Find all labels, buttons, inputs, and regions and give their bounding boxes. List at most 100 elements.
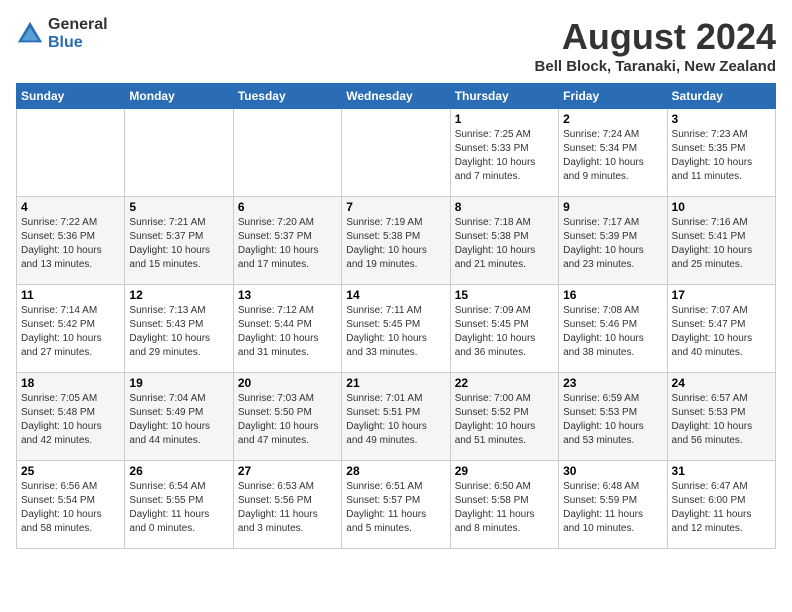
day-info: Sunrise: 7:22 AMSunset: 5:36 PMDaylight:…	[21, 216, 120, 272]
day-info: Sunrise: 7:09 AMSunset: 5:45 PMDaylight:…	[455, 304, 554, 360]
calendar-cell: 7 Sunrise: 7:19 AMSunset: 5:38 PMDaylight…	[342, 197, 450, 285]
calendar-title: August 2024	[535, 16, 776, 58]
day-info: Sunrise: 7:25 AMSunset: 5:33 PMDaylight:…	[455, 128, 554, 184]
calendar-cell: 14 Sunrise: 7:11 AMSunset: 5:45 PMDayligh…	[342, 285, 450, 373]
day-info: Sunrise: 7:11 AMSunset: 5:45 PMDaylight:…	[346, 304, 445, 360]
day-number: 24	[672, 376, 771, 390]
day-of-week-header: Wednesday	[342, 84, 450, 109]
day-number: 8	[455, 200, 554, 214]
day-of-week-header: Sunday	[17, 84, 125, 109]
day-of-week-header: Thursday	[450, 84, 558, 109]
calendar-cell: 22 Sunrise: 7:00 AMSunset: 5:52 PMDayligh…	[450, 373, 558, 461]
day-number: 10	[672, 200, 771, 214]
day-number: 15	[455, 288, 554, 302]
day-number: 14	[346, 288, 445, 302]
day-info: Sunrise: 6:47 AMSunset: 6:00 PMDaylight:…	[672, 480, 771, 536]
calendar-cell: 20 Sunrise: 7:03 AMSunset: 5:50 PMDayligh…	[233, 373, 341, 461]
calendar-cell: 17 Sunrise: 7:07 AMSunset: 5:47 PMDayligh…	[667, 285, 775, 373]
day-info: Sunrise: 6:51 AMSunset: 5:57 PMDaylight:…	[346, 480, 445, 536]
day-number: 29	[455, 464, 554, 478]
day-number: 28	[346, 464, 445, 478]
calendar-cell: 21 Sunrise: 7:01 AMSunset: 5:51 PMDayligh…	[342, 373, 450, 461]
day-number: 1	[455, 112, 554, 126]
day-info: Sunrise: 7:07 AMSunset: 5:47 PMDaylight:…	[672, 304, 771, 360]
day-info: Sunrise: 7:05 AMSunset: 5:48 PMDaylight:…	[21, 392, 120, 448]
calendar-cell: 24Sunrise: 6:57 AMSunset: 5:53 PMDayligh…	[667, 373, 775, 461]
day-number: 9	[563, 200, 662, 214]
calendar-cell: 29 Sunrise: 6:50 AMSunset: 5:58 PMDayligh…	[450, 461, 558, 549]
day-info: Sunrise: 7:24 AMSunset: 5:34 PMDaylight:…	[563, 128, 662, 184]
day-info: Sunrise: 7:19 AMSunset: 5:38 PMDaylight:…	[346, 216, 445, 272]
day-info: Sunrise: 7:00 AMSunset: 5:52 PMDaylight:…	[455, 392, 554, 448]
day-of-week-header: Monday	[125, 84, 233, 109]
calendar-cell	[17, 109, 125, 197]
day-number: 16	[563, 288, 662, 302]
day-info: Sunrise: 7:20 AMSunset: 5:37 PMDaylight:…	[238, 216, 337, 272]
day-info: Sunrise: 6:59 AMSunset: 5:53 PMDaylight:…	[563, 392, 662, 448]
calendar-week-row: 25 Sunrise: 6:56 AMSunset: 5:54 PMDayligh…	[17, 461, 776, 549]
calendar-cell: 3Sunrise: 7:23 AMSunset: 5:35 PMDaylight…	[667, 109, 775, 197]
day-number: 21	[346, 376, 445, 390]
calendar-body: 1 Sunrise: 7:25 AMSunset: 5:33 PMDaylight…	[17, 109, 776, 549]
calendar-week-row: 1 Sunrise: 7:25 AMSunset: 5:33 PMDaylight…	[17, 109, 776, 197]
day-number: 25	[21, 464, 120, 478]
day-number: 20	[238, 376, 337, 390]
calendar-cell: 30 Sunrise: 6:48 AMSunset: 5:59 PMDayligh…	[559, 461, 667, 549]
day-info: Sunrise: 7:13 AMSunset: 5:43 PMDaylight:…	[129, 304, 228, 360]
calendar-cell: 16Sunrise: 7:08 AMSunset: 5:46 PMDayligh…	[559, 285, 667, 373]
day-of-week-header: Friday	[559, 84, 667, 109]
calendar-cell: 18Sunrise: 7:05 AMSunset: 5:48 PMDayligh…	[17, 373, 125, 461]
calendar-cell: 15 Sunrise: 7:09 AMSunset: 5:45 PMDayligh…	[450, 285, 558, 373]
calendar-cell: 11Sunrise: 7:14 AMSunset: 5:42 PMDayligh…	[17, 285, 125, 373]
day-number: 5	[129, 200, 228, 214]
calendar-cell: 27Sunrise: 6:53 AMSunset: 5:56 PMDayligh…	[233, 461, 341, 549]
day-number: 27	[238, 464, 337, 478]
calendar-table: SundayMondayTuesdayWednesdayThursdayFrid…	[16, 83, 776, 549]
calendar-cell: 10 Sunrise: 7:16 AMSunset: 5:41 PMDayligh…	[667, 197, 775, 285]
calendar-cell	[342, 109, 450, 197]
calendar-cell: 19 Sunrise: 7:04 AMSunset: 5:49 PMDayligh…	[125, 373, 233, 461]
day-info: Sunrise: 7:21 AMSunset: 5:37 PMDaylight:…	[129, 216, 228, 272]
day-number: 31	[672, 464, 771, 478]
logo-general-label: General	[48, 16, 108, 34]
day-info: Sunrise: 7:16 AMSunset: 5:41 PMDaylight:…	[672, 216, 771, 272]
days-of-week-row: SundayMondayTuesdayWednesdayThursdayFrid…	[17, 84, 776, 109]
day-info: Sunrise: 6:50 AMSunset: 5:58 PMDaylight:…	[455, 480, 554, 536]
day-number: 19	[129, 376, 228, 390]
calendar-cell: 23 Sunrise: 6:59 AMSunset: 5:53 PMDayligh…	[559, 373, 667, 461]
day-number: 6	[238, 200, 337, 214]
day-info: Sunrise: 7:12 AMSunset: 5:44 PMDaylight:…	[238, 304, 337, 360]
logo-text: General Blue	[48, 16, 108, 51]
day-info: Sunrise: 6:56 AMSunset: 5:54 PMDaylight:…	[21, 480, 120, 536]
day-info: Sunrise: 7:03 AMSunset: 5:50 PMDaylight:…	[238, 392, 337, 448]
day-info: Sunrise: 6:54 AMSunset: 5:55 PMDaylight:…	[129, 480, 228, 536]
day-number: 17	[672, 288, 771, 302]
calendar-cell: 6 Sunrise: 7:20 AMSunset: 5:37 PMDaylight…	[233, 197, 341, 285]
day-number: 11	[21, 288, 120, 302]
day-info: Sunrise: 7:23 AMSunset: 5:35 PMDaylight:…	[672, 128, 771, 184]
day-number: 12	[129, 288, 228, 302]
day-number: 4	[21, 200, 120, 214]
calendar-week-row: 18Sunrise: 7:05 AMSunset: 5:48 PMDayligh…	[17, 373, 776, 461]
day-number: 7	[346, 200, 445, 214]
calendar-cell: 28 Sunrise: 6:51 AMSunset: 5:57 PMDayligh…	[342, 461, 450, 549]
calendar-cell: 5 Sunrise: 7:21 AMSunset: 5:37 PMDaylight…	[125, 197, 233, 285]
day-info: Sunrise: 7:04 AMSunset: 5:49 PMDaylight:…	[129, 392, 228, 448]
day-info: Sunrise: 7:18 AMSunset: 5:38 PMDaylight:…	[455, 216, 554, 272]
day-number: 22	[455, 376, 554, 390]
day-number: 26	[129, 464, 228, 478]
calendar-cell: 2 Sunrise: 7:24 AMSunset: 5:34 PMDaylight…	[559, 109, 667, 197]
calendar-cell: 12 Sunrise: 7:13 AMSunset: 5:43 PMDayligh…	[125, 285, 233, 373]
day-number: 2	[563, 112, 662, 126]
day-number: 23	[563, 376, 662, 390]
calendar-cell	[125, 109, 233, 197]
page-header: General Blue August 2024 Bell Block, Tar…	[16, 16, 776, 75]
day-info: Sunrise: 7:01 AMSunset: 5:51 PMDaylight:…	[346, 392, 445, 448]
logo-icon	[16, 20, 44, 48]
day-number: 30	[563, 464, 662, 478]
day-of-week-header: Tuesday	[233, 84, 341, 109]
calendar-subtitle: Bell Block, Taranaki, New Zealand	[535, 58, 776, 75]
logo-blue-label: Blue	[48, 34, 108, 52]
calendar-cell: 9Sunrise: 7:17 AMSunset: 5:39 PMDaylight…	[559, 197, 667, 285]
day-info: Sunrise: 6:48 AMSunset: 5:59 PMDaylight:…	[563, 480, 662, 536]
